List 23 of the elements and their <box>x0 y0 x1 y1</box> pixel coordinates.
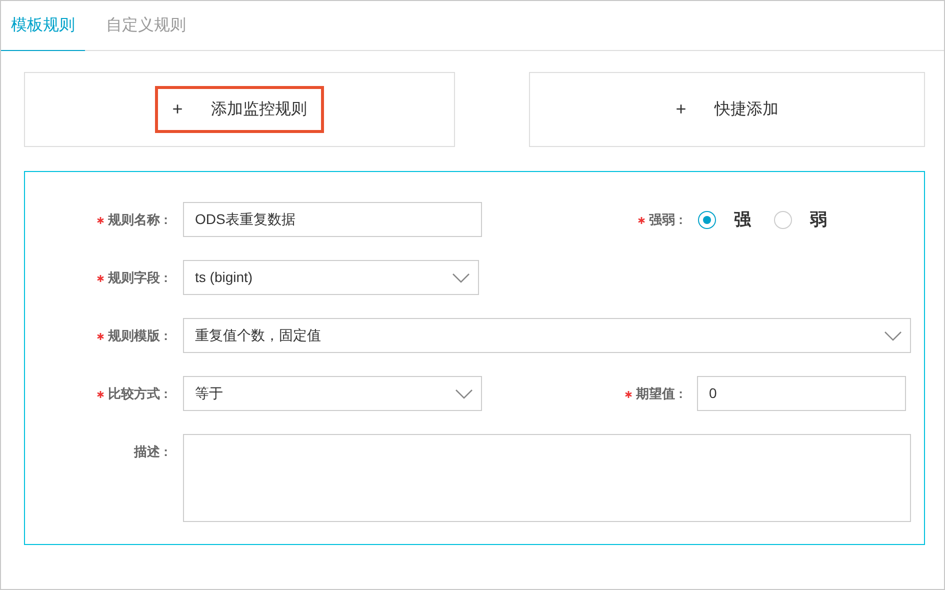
field-label: 比较方式 : <box>108 386 168 401</box>
input-field[interactable]: ODS表重复数据 <box>183 202 482 237</box>
dropdown[interactable]: ts (bigint) <box>183 260 479 295</box>
chevron-down-icon <box>455 388 473 398</box>
add-button[interactable]: + 添加监控规则 <box>24 72 455 147</box>
field-label: 描述 : <box>134 444 168 459</box>
field-label: 规则名称 : <box>108 212 168 227</box>
chevron-down-icon <box>884 330 902 340</box>
field-label: 期望值 : <box>636 386 683 401</box>
add-button[interactable]: + 快捷添加 <box>529 72 925 147</box>
description-field[interactable] <box>183 434 911 522</box>
field-label: 规则字段 : <box>108 270 168 285</box>
radio-button[interactable] <box>698 210 716 228</box>
chevron-down-icon <box>452 272 470 282</box>
radio-button[interactable] <box>774 210 792 228</box>
highlight-frame: + 添加监控规则 <box>155 86 324 133</box>
field-label: 强弱 : <box>649 212 683 227</box>
input-field[interactable]: 0 <box>697 376 906 411</box>
field-label: 规则模版 : <box>108 328 168 343</box>
radio-label: 强 <box>734 209 751 231</box>
radio-label: 弱 <box>810 209 827 231</box>
dropdown[interactable]: 等于 <box>183 376 482 411</box>
dropdown[interactable]: 重复值个数，固定值 <box>183 318 911 353</box>
